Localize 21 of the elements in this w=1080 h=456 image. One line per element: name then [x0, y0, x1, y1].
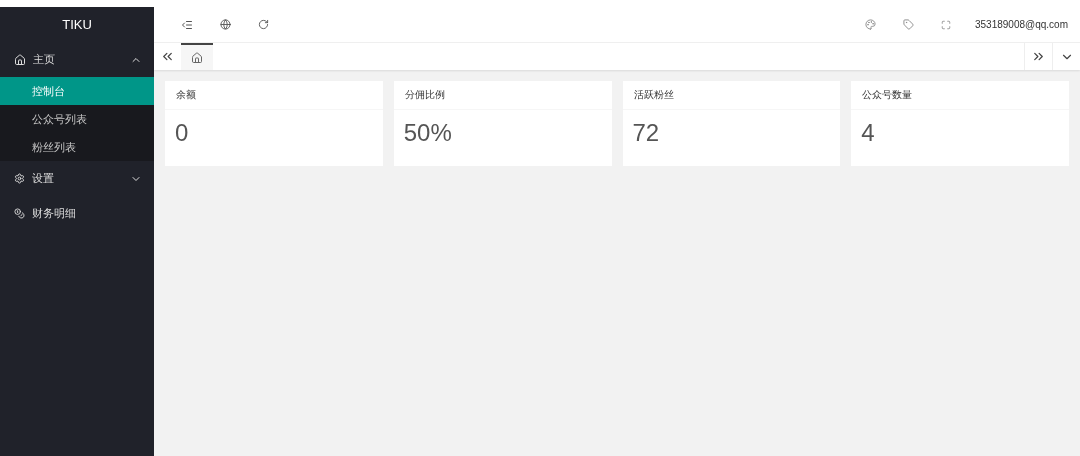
- sidebar-subitem[interactable]: 公众号列表: [0, 105, 154, 133]
- card-value: 72: [631, 118, 661, 148]
- home-icon: [191, 51, 203, 64]
- sidebar-subitem[interactable]: 控制台: [0, 77, 154, 105]
- card-value: 4: [860, 118, 876, 148]
- card-title: 活跃粉丝: [622, 81, 841, 110]
- home-tab[interactable]: [181, 43, 213, 70]
- coins-icon: [14, 208, 25, 219]
- settings-icon: [14, 173, 25, 184]
- sidebar-subitem[interactable]: 粉丝列表: [0, 133, 154, 161]
- card-value: 0: [174, 118, 190, 148]
- user-email[interactable]: 353189008@qq.com: [975, 19, 1068, 30]
- card-title: 余额: [165, 81, 383, 110]
- sidebar-item[interactable]: 设置: [0, 161, 154, 196]
- card-title: 公众号数量: [851, 81, 1069, 110]
- sidebar-item[interactable]: 主页: [0, 42, 154, 77]
- card-value: 50%: [402, 118, 453, 148]
- sidebar-item[interactable]: 财务明细: [0, 196, 154, 231]
- home-icon: [14, 53, 26, 66]
- app-logo: TIKU: [61, 16, 93, 34]
- card-title: 分佣比例: [393, 81, 612, 110]
